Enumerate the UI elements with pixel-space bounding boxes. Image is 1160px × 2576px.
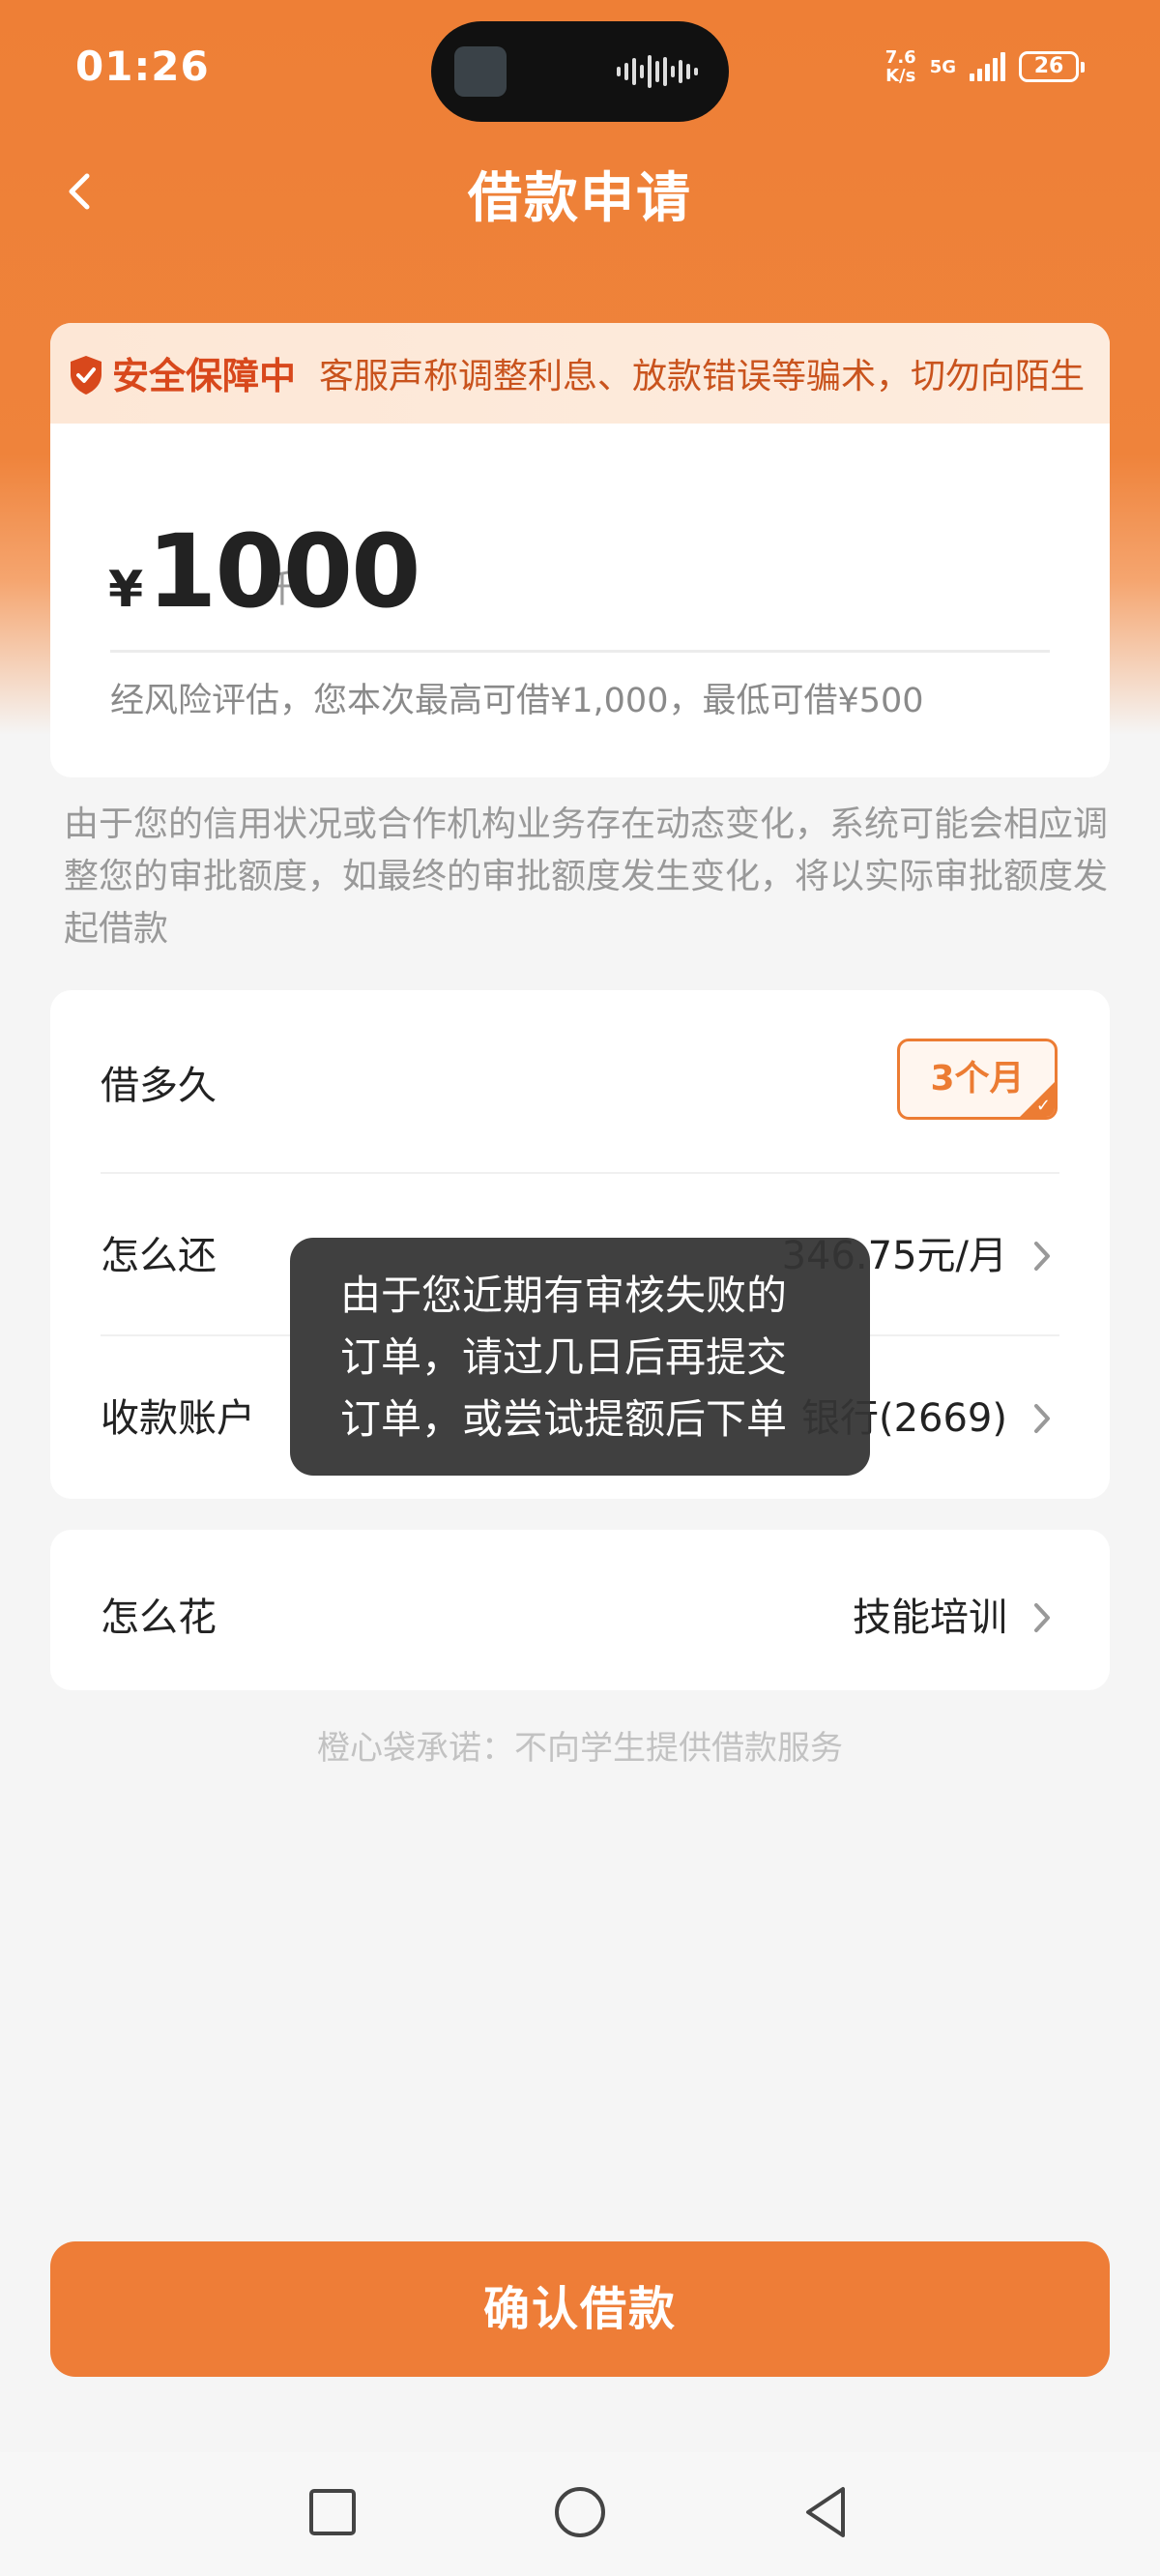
- status-indicators: 7.6 K/s 5G 26: [885, 48, 1085, 85]
- net-speed: 7.6 K/s: [885, 48, 916, 85]
- status-time: 01:26: [75, 43, 210, 90]
- status-bar: 01:26 7.6 K/s 5G 26: [0, 0, 1160, 145]
- usage-value[interactable]: 技能培训: [853, 1586, 1007, 1642]
- back-triangle-icon[interactable]: [797, 2481, 858, 2543]
- shield-icon: [71, 356, 102, 395]
- toast-message: 由于您近期有审核失败的订单，请过几日后再提交订单，或尝试提额后下单: [290, 1238, 870, 1476]
- usage-label: 怎么花: [101, 1595, 217, 1640]
- chevron-right-icon[interactable]: [1030, 1400, 1054, 1437]
- amount-underline: [110, 650, 1050, 653]
- term-label: 借多久: [101, 1064, 217, 1108]
- security-banner: 安全保障中 客服声称调整利息、放款错误等骗术，切勿向陌生: [50, 323, 1110, 424]
- usage-card[interactable]: 怎么花 技能培训: [50, 1530, 1110, 1690]
- page-title: 借款申请: [468, 167, 692, 230]
- media-thumbnail: [454, 46, 507, 97]
- audio-wave-icon: [617, 54, 698, 89]
- amount-input[interactable]: 1000: [147, 512, 420, 630]
- repay-label: 怎么还: [101, 1234, 217, 1278]
- security-badge-label: 安全保障中: [112, 355, 297, 397]
- student-promise: 橙心袋承诺：不向学生提供借款服务: [317, 1729, 843, 1768]
- chevron-right-icon[interactable]: [1030, 1599, 1054, 1636]
- network-type: 5G: [929, 56, 956, 77]
- divider: [101, 1172, 1059, 1174]
- net-speed-value: 7.6: [884, 47, 916, 68]
- term-option-label: 3个月: [930, 1059, 1025, 1098]
- term-option-selected[interactable]: 3个月 ✓: [897, 1039, 1058, 1120]
- chevron-right-icon[interactable]: [1030, 1238, 1054, 1274]
- account-label: 收款账户: [101, 1396, 255, 1441]
- dynamic-island: [431, 21, 729, 122]
- system-nav-bar: [0, 2452, 1160, 2576]
- home-icon[interactable]: [549, 2481, 611, 2543]
- recents-icon[interactable]: [302, 2481, 363, 2543]
- confirm-loan-button[interactable]: 确认借款: [50, 2241, 1110, 2377]
- signal-icon: [970, 52, 1005, 81]
- risk-note: 经风险评估，您本次最高可借¥1,000，最低可借¥500: [110, 682, 924, 720]
- net-speed-unit: K/s: [885, 66, 916, 86]
- currency-symbol: ¥: [108, 561, 144, 619]
- check-icon: ✓: [1035, 1096, 1051, 1116]
- battery-icon: 26: [1019, 51, 1085, 82]
- security-ticker: 客服声称调整利息、放款错误等骗术，切勿向陌生: [319, 357, 1086, 396]
- credit-notice: 由于您的信用状况或合作机构业务存在动态变化，系统可能会相应调整您的审批额度，如最…: [64, 805, 1109, 949]
